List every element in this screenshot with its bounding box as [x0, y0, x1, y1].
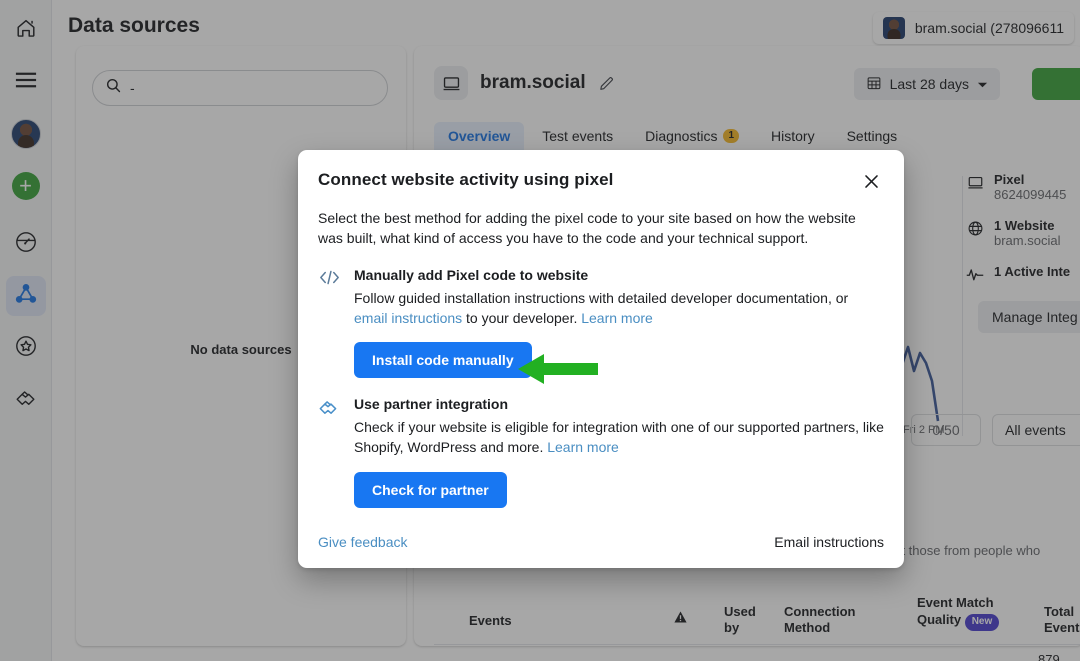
warning-triangle-icon [674, 611, 687, 627]
new-badge: New [965, 614, 1000, 631]
primary-action-button[interactable] [1032, 68, 1080, 100]
info-pixel-title: Pixel [994, 172, 1066, 187]
pixel-info-list: Pixel 8624099445 1 Website bram.social [966, 172, 1080, 299]
th-total-events[interactable]: Total Events [1044, 604, 1080, 637]
email-instructions-link[interactable]: email instructions [354, 310, 462, 326]
date-range-label: Last 28 days [890, 76, 969, 92]
avatar-icon [11, 119, 41, 149]
rail-item-star[interactable] [6, 328, 46, 368]
chevron-down-icon [977, 76, 988, 92]
check-for-partner-button[interactable]: Check for partner [354, 472, 507, 508]
info-row-website: 1 Website bram.social [966, 218, 1080, 248]
th-event-match-quality[interactable]: Event Match Quality New [917, 595, 1007, 631]
date-range-selector[interactable]: Last 28 days [854, 68, 1000, 100]
th-connection-method[interactable]: Connection Method [784, 604, 880, 637]
left-nav-rail: + [0, 0, 52, 661]
edit-pencil-icon[interactable] [598, 75, 615, 92]
rail-item-data-sources[interactable] [6, 276, 46, 316]
speedometer-icon [14, 230, 38, 259]
star-badge-icon [14, 334, 38, 363]
account-name: bram.social (278096611 [915, 20, 1064, 36]
info-row-pixel: Pixel 8624099445 [966, 172, 1080, 202]
info-row-integration: 1 Active Inte [966, 264, 1080, 283]
cell-total-events: 879 [1038, 652, 1060, 661]
page-title: Data sources [68, 14, 200, 38]
info-website-title: 1 Website [994, 218, 1060, 233]
search-icon [105, 77, 122, 99]
events-filter-dropdown[interactable]: All events [992, 414, 1080, 446]
monitor-icon [434, 66, 468, 100]
main-card-header: bram.social [434, 66, 615, 100]
rail-item-menu[interactable] [6, 62, 46, 102]
th-used-by[interactable]: Used by [724, 604, 770, 637]
modal-header: Connect website activity using pixel [298, 150, 904, 194]
learn-more-link-partner[interactable]: Learn more [547, 439, 619, 455]
rail-item-partners[interactable] [6, 380, 46, 420]
annotation-arrow-icon [518, 352, 598, 391]
handshake-icon [14, 386, 38, 415]
connect-pixel-modal: Connect website activity using pixel Sel… [298, 150, 904, 568]
calendar-icon [866, 75, 882, 94]
tab-overview-label: Overview [448, 128, 510, 144]
info-pixel-value: 8624099445 [994, 187, 1066, 202]
modal-title: Connect website activity using pixel [318, 170, 614, 190]
pixel-name: bram.social [480, 72, 586, 94]
rail-item-profile[interactable] [6, 114, 46, 154]
install-code-manually-button[interactable]: Install code manually [354, 342, 532, 378]
option-manual-desc-part2: to your developer. [462, 310, 581, 326]
email-instructions-footer-link[interactable]: Email instructions [774, 534, 884, 550]
hamburger-menu-icon [15, 71, 37, 94]
tab-history-label: History [771, 128, 815, 144]
tab-test-events-label: Test events [542, 128, 613, 144]
give-feedback-link[interactable]: Give feedback [318, 534, 408, 550]
account-selector[interactable]: bram.social (278096611 [873, 12, 1074, 44]
tab-diagnostics-badge: 1 [723, 129, 739, 143]
th-events[interactable]: Events [469, 613, 512, 629]
modal-description: Select the best method for adding the pi… [298, 194, 904, 249]
monitor-icon [966, 172, 984, 202]
search-value: - [130, 80, 135, 96]
info-integration-title: 1 Active Inte [994, 264, 1070, 279]
events-quota: 0/50 [911, 414, 981, 446]
rail-item-home[interactable] [6, 10, 46, 50]
pulse-icon [966, 264, 984, 283]
tab-settings-label: Settings [847, 128, 898, 144]
tab-diagnostics-label: Diagnostics [645, 128, 717, 144]
overview-divider [962, 176, 963, 436]
learn-more-link-manual[interactable]: Learn more [581, 310, 653, 326]
code-brackets-icon [318, 267, 342, 379]
option-manual-description: Follow guided installation instructions … [354, 288, 884, 329]
globe-icon [966, 218, 984, 248]
option-partner-description: Check if your website is eligible for in… [354, 417, 884, 458]
option-manual-install: Manually add Pixel code to website Follo… [298, 249, 904, 379]
option-partner-integration: Use partner integration Check if your we… [298, 378, 904, 508]
modal-footer: Give feedback Email instructions [298, 508, 904, 554]
option-partner-title: Use partner integration [354, 396, 884, 412]
manage-integrations-button[interactable]: Manage Integ [978, 301, 1080, 333]
data-sources-icon [14, 282, 38, 311]
rail-item-speedometer[interactable] [6, 224, 46, 264]
info-website-value: bram.social [994, 233, 1060, 248]
option-manual-title: Manually add Pixel code to website [354, 267, 884, 283]
events-table-header: Events Used by Connection Method Event M… [434, 581, 1080, 645]
account-avatar [883, 17, 905, 39]
search-input[interactable]: - [92, 70, 388, 106]
home-icon [15, 17, 37, 44]
plus-circle-icon: + [12, 172, 40, 200]
option-manual-desc-part1: Follow guided installation instructions … [354, 290, 848, 306]
handshake-icon [318, 396, 342, 508]
rail-item-create[interactable]: + [6, 166, 46, 206]
close-icon[interactable] [858, 168, 884, 194]
app-root: + [0, 0, 1080, 661]
